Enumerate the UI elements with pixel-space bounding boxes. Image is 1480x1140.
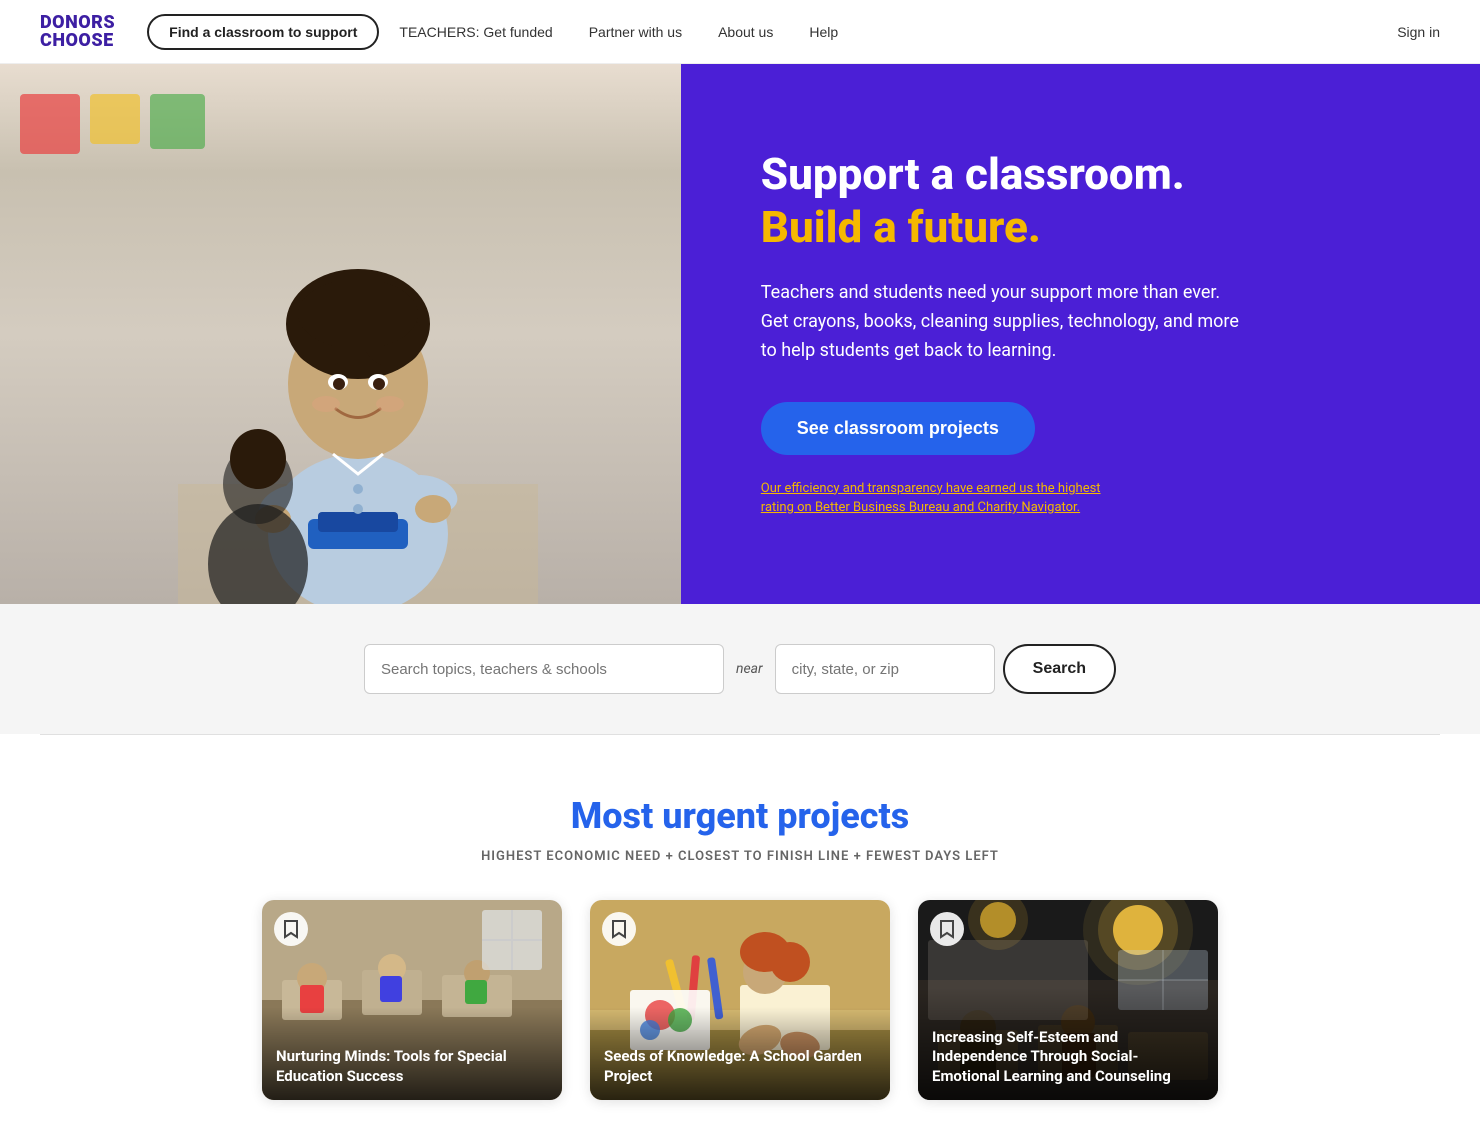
logo[interactable]: DONORS CHOOSE bbox=[40, 14, 115, 50]
classroom-decor-yellow bbox=[90, 94, 140, 144]
sign-in-button[interactable]: Sign in bbox=[1397, 24, 1440, 40]
project-card-title-1: Nurturing Minds: Tools for Special Educa… bbox=[276, 1047, 548, 1086]
partner-with-us-link[interactable]: Partner with us bbox=[573, 16, 698, 48]
hero-section: Support a classroom. Build a future. Tea… bbox=[0, 64, 1480, 604]
search-topics-input[interactable] bbox=[364, 644, 724, 694]
project-card-overlay-1: Nurturing Minds: Tools for Special Educa… bbox=[262, 1007, 562, 1100]
bookmark-icon-1[interactable] bbox=[274, 912, 308, 946]
search-button[interactable]: Search bbox=[1003, 644, 1116, 694]
urgent-subtitle: HIGHEST ECONOMIC NEED + CLOSEST TO FINIS… bbox=[120, 849, 1360, 864]
about-us-link[interactable]: About us bbox=[702, 16, 789, 48]
hero-headline-1: Support a classroom. bbox=[761, 150, 1400, 198]
see-classroom-projects-button[interactable]: See classroom projects bbox=[761, 402, 1035, 455]
project-card-title-2: Seeds of Knowledge: A School Garden Proj… bbox=[604, 1047, 876, 1086]
bookmark-icon-3[interactable] bbox=[930, 912, 964, 946]
search-section: near Search bbox=[0, 604, 1480, 734]
project-card-title-3: Increasing Self-Esteem and Independence … bbox=[932, 1028, 1204, 1087]
hero-image bbox=[0, 64, 681, 604]
project-card-2[interactable]: Seeds of Knowledge: A School Garden Proj… bbox=[590, 900, 890, 1100]
logo-line1: DONORS bbox=[40, 14, 115, 32]
project-card-image-3: Increasing Self-Esteem and Independence … bbox=[918, 900, 1218, 1100]
bookmark-icon-2[interactable] bbox=[602, 912, 636, 946]
classroom-decor-red bbox=[20, 94, 80, 154]
project-card-1[interactable]: Nurturing Minds: Tools for Special Educa… bbox=[262, 900, 562, 1100]
navbar: DONORS CHOOSE Find a classroom to suppor… bbox=[0, 0, 1480, 64]
find-classroom-button[interactable]: Find a classroom to support bbox=[147, 14, 379, 50]
search-location-input[interactable] bbox=[775, 644, 995, 694]
urgent-projects-section: Most urgent projects HIGHEST ECONOMIC NE… bbox=[0, 735, 1480, 1140]
project-card-image-1: Nurturing Minds: Tools for Special Educa… bbox=[262, 900, 562, 1100]
trust-link[interactable]: Our efficiency and transparency have ear… bbox=[761, 479, 1101, 518]
nav-links: Find a classroom to support TEACHERS: Ge… bbox=[147, 14, 1397, 50]
teachers-get-funded-link[interactable]: TEACHERS: Get funded bbox=[383, 16, 568, 48]
hero-headline-2: Build a future. bbox=[761, 203, 1400, 251]
projects-grid: Nurturing Minds: Tools for Special Educa… bbox=[120, 900, 1360, 1100]
logo-line2: CHOOSE bbox=[40, 32, 115, 50]
near-label: near bbox=[732, 661, 767, 677]
search-bar: near Search bbox=[364, 644, 1116, 694]
urgent-title: Most urgent projects bbox=[120, 795, 1360, 837]
project-card-image-2: Seeds of Knowledge: A School Garden Proj… bbox=[590, 900, 890, 1100]
hero-photo bbox=[0, 64, 681, 604]
project-card-overlay-2: Seeds of Knowledge: A School Garden Proj… bbox=[590, 1007, 890, 1100]
help-link[interactable]: Help bbox=[793, 16, 854, 48]
hero-body-text: Teachers and students need your support … bbox=[761, 279, 1241, 365]
project-card-3[interactable]: Increasing Self-Esteem and Independence … bbox=[918, 900, 1218, 1100]
hero-content: Support a classroom. Build a future. Tea… bbox=[681, 64, 1480, 604]
project-card-overlay-3: Increasing Self-Esteem and Independence … bbox=[918, 988, 1218, 1101]
child-illustration bbox=[178, 104, 538, 604]
